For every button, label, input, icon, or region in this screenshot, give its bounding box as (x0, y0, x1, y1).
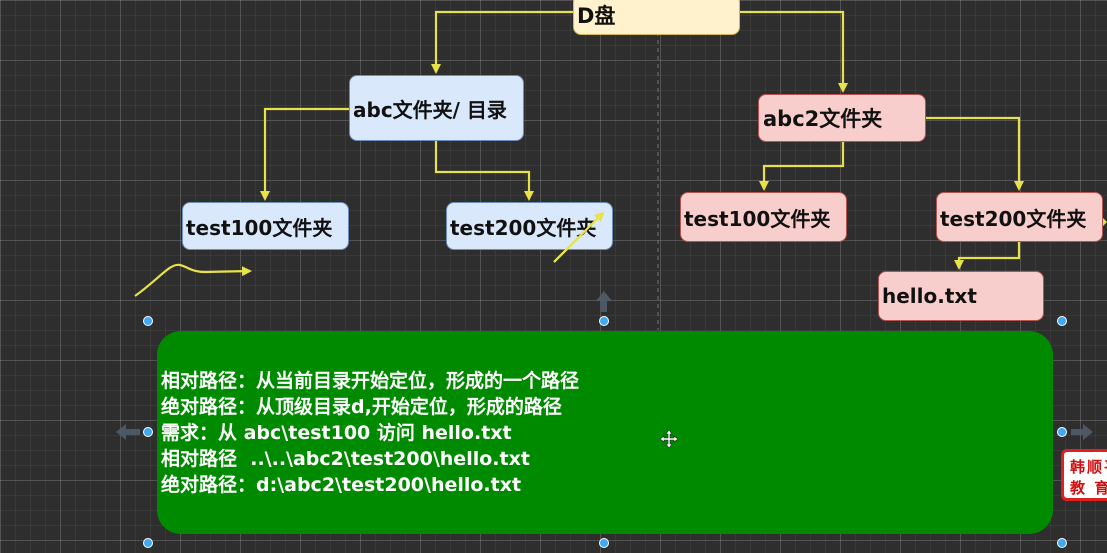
node-abc-folder[interactable]: abc文件夹/ 目录 (349, 75, 524, 141)
node-abc2-test100[interactable]: test100文件夹 (680, 192, 847, 242)
move-cursor-icon (660, 430, 678, 448)
watermark-line-2: 教 育 (1070, 479, 1107, 497)
edge-abc-test200 (434, 141, 534, 201)
note-relative-path-definition: 相对路径：从当前目录开始定位，形成的一个路径 (161, 370, 580, 392)
edge-abc-test100 (260, 107, 349, 201)
resize-handle-bottom[interactable] (599, 538, 609, 548)
resize-handle-right[interactable] (1057, 427, 1067, 437)
node-abc-test100-label: test100文件夹 (186, 215, 333, 240)
note-absolute-path-definition: 绝对路径：从顶级目录d,开始定位，形成的路径 (161, 396, 562, 418)
annotation-curve-arrow (134, 263, 252, 297)
resize-handle-top-left[interactable] (143, 316, 153, 326)
watermark-line-1: 韩顺平 (1070, 458, 1107, 476)
watermark-logo: 韩顺平 教 育 (1061, 449, 1107, 501)
node-abc-test100[interactable]: test100文件夹 (182, 202, 349, 250)
node-hello-txt-label: hello.txt (882, 284, 977, 308)
node-abc2-test200-label: test200文件夹 (940, 206, 1087, 231)
node-d-drive[interactable]: D盘 (573, 0, 740, 35)
node-abc-test200-label: test200文件夹 (450, 215, 597, 240)
arrow-right-icon[interactable] (1071, 424, 1093, 440)
resize-handle-top[interactable] (599, 316, 609, 326)
note-absolute-path-example: 绝对路径：d:\abc2\test200\hello.txt (161, 474, 522, 496)
node-abc2-folder-label: abc2文件夹 (763, 107, 883, 131)
notes-box[interactable]: 相对路径：从当前目录开始定位，形成的一个路径 绝对路径：从顶级目录d,开始定位，… (157, 331, 1053, 534)
node-abc-test200[interactable]: test200文件夹 (446, 202, 613, 250)
node-abc2-test100-label: test100文件夹 (684, 206, 831, 231)
resize-handle-left[interactable] (143, 427, 153, 437)
note-relative-path-example: 相对路径 ..\..\abc2\test200\hello.txt (161, 448, 530, 470)
arrow-up-icon[interactable] (596, 291, 612, 312)
edge-root-abc2 (740, 10, 848, 93)
node-abc-folder-label: abc文件夹/ 目录 (353, 97, 507, 122)
arrow-left-icon[interactable] (116, 424, 140, 440)
node-abc2-folder[interactable]: abc2文件夹 (758, 94, 926, 142)
edge-root-abc (431, 10, 573, 74)
edge-abc2-test100 (759, 142, 845, 191)
resize-handle-bottom-left[interactable] (143, 538, 153, 548)
node-abc2-test200[interactable]: test200文件夹 (936, 192, 1103, 242)
node-d-drive-label: D盘 (577, 3, 616, 28)
node-hello-txt[interactable]: hello.txt (878, 271, 1044, 321)
note-requirement: 需求：从 abc\test100 访问 hello.txt (161, 422, 512, 444)
resize-handle-bottom-right[interactable] (1057, 538, 1067, 548)
edge-test200-hello (954, 242, 1021, 270)
resize-handle-top-right[interactable] (1057, 316, 1067, 326)
edge-abc2-test200 (926, 116, 1024, 191)
